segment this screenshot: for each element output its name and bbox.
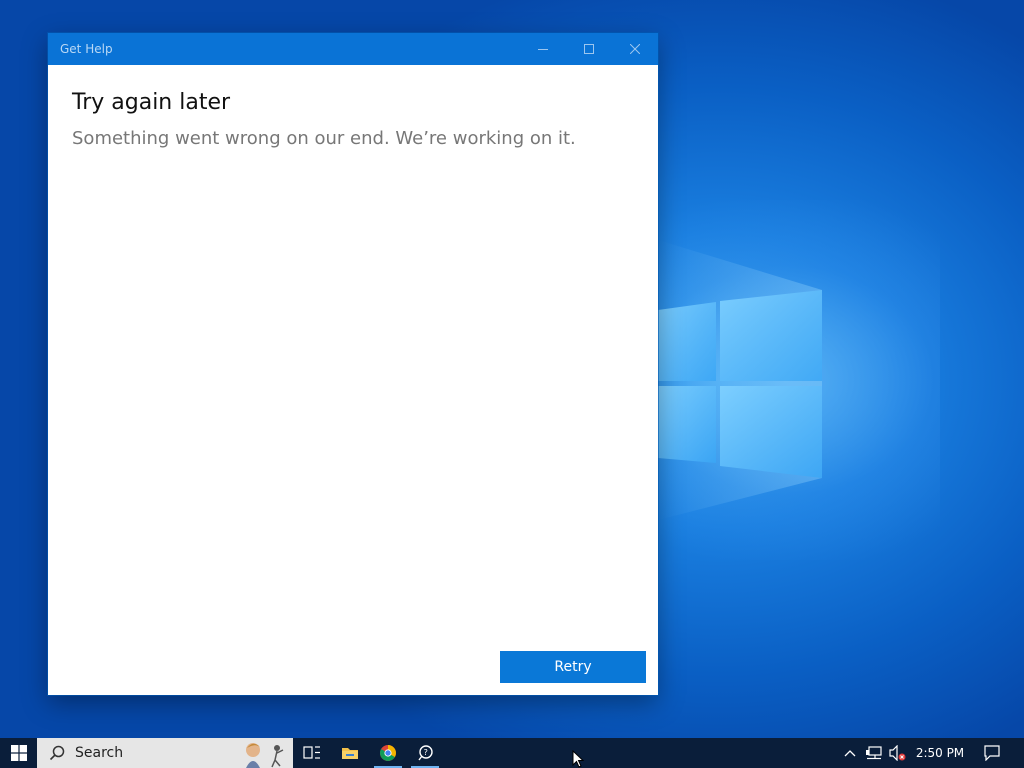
taskbar-search-box[interactable]: Search: [37, 738, 293, 768]
minimize-button[interactable]: [520, 33, 566, 65]
windows-start-icon: [10, 745, 27, 761]
search-highlight-doodle-icon: [246, 743, 284, 768]
retry-button[interactable]: Retry: [500, 651, 646, 683]
search-icon: [49, 745, 65, 761]
start-button[interactable]: [0, 738, 37, 768]
mouse-cursor-icon: [572, 750, 584, 768]
chrome-button[interactable]: [370, 738, 406, 768]
volume-button[interactable]: [888, 738, 908, 768]
notification-icon: [984, 745, 1000, 761]
get-help-icon: ?: [418, 745, 433, 761]
get-help-taskbar-button[interactable]: ?: [407, 738, 443, 768]
close-icon: [630, 44, 640, 54]
network-button[interactable]: [864, 738, 884, 768]
minimize-icon: [538, 49, 548, 50]
window-title: Get Help: [60, 42, 113, 56]
search-placeholder: Search: [75, 745, 124, 761]
error-heading: Try again later: [72, 90, 231, 115]
error-message: Something went wrong on our end. We’re w…: [72, 128, 576, 149]
taskbar: Search ? 2:50 PM: [0, 738, 1024, 768]
chrome-icon: [380, 745, 396, 761]
network-icon: [866, 746, 882, 760]
taskbar-clock[interactable]: 2:50 PM: [912, 738, 968, 768]
volume-muted-icon: [889, 745, 906, 761]
chevron-up-icon: [844, 750, 856, 757]
title-bar[interactable]: Get Help: [48, 33, 658, 65]
svg-text:?: ?: [424, 748, 428, 757]
maximize-icon: [584, 44, 594, 54]
window-content: Try again later Something went wrong on …: [48, 65, 658, 151]
file-explorer-button[interactable]: [332, 738, 368, 768]
get-help-window: Get Help Try again later Something went …: [48, 33, 658, 695]
task-view-button[interactable]: [294, 738, 330, 768]
action-center-button[interactable]: [980, 738, 1004, 768]
show-hidden-icons-button[interactable]: [842, 738, 858, 768]
maximize-button[interactable]: [566, 33, 612, 65]
close-button[interactable]: [612, 33, 658, 65]
file-explorer-icon: [342, 748, 358, 759]
task-view-icon: [303, 746, 320, 759]
